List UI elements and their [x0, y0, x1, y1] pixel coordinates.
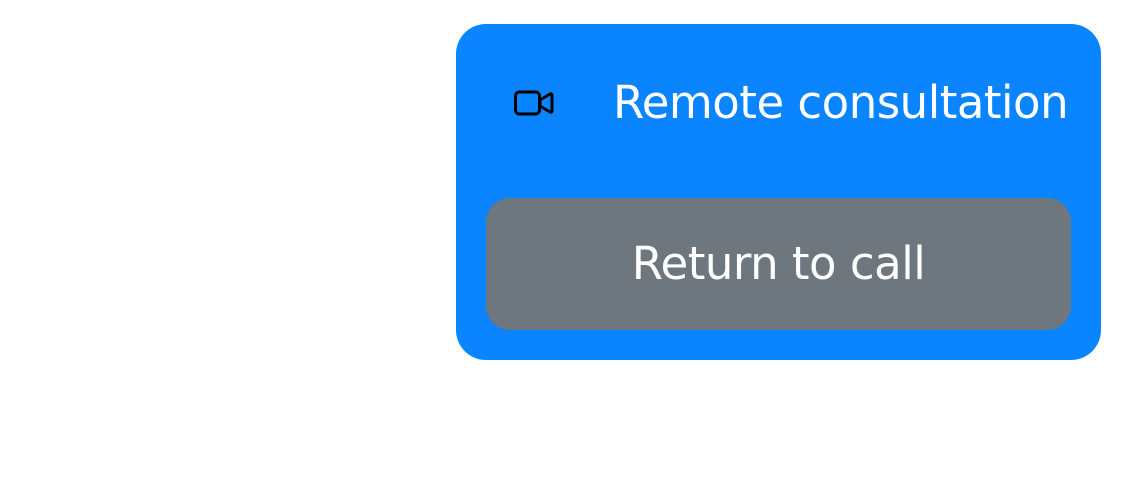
video-camera-icon: [514, 90, 554, 116]
call-title: Remote consultation: [613, 76, 1069, 129]
return-to-call-button[interactable]: Return to call: [486, 198, 1071, 330]
app-screen: Remote consultation Return to call: [0, 0, 1125, 480]
call-card-header: Remote consultation: [456, 24, 1101, 182]
remote-call-card: Remote consultation Return to call: [456, 24, 1101, 360]
